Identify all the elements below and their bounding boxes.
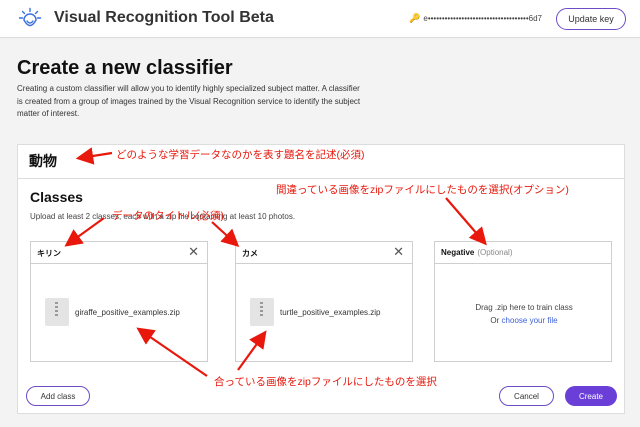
annotation-negative-note: 間違っている画像をzipファイルにしたものを選択(オプション) [276, 184, 569, 196]
drop-zone[interactable]: Drag .zip here to train class Or choose … [435, 301, 613, 327]
choose-file-link[interactable]: choose your file [502, 316, 558, 325]
class-box-header: カメ ✕ [236, 242, 412, 264]
annotation-name-note: どのような学習データなのかを表す題名を記述(必須) [116, 149, 365, 161]
api-key-display: 🔑 e••••••••••••••••••••••••••••••••••••6… [409, 13, 542, 24]
api-key-text: e••••••••••••••••••••••••••••••••••••6d7 [423, 14, 542, 23]
zip-file-icon [45, 298, 69, 326]
close-icon[interactable]: ✕ [393, 245, 404, 259]
key-icon: 🔑 [409, 13, 421, 23]
class-name[interactable]: カメ [242, 248, 258, 259]
file-name: giraffe_positive_examples.zip [75, 307, 180, 317]
annotation-positive-note: 合っている画像をzipファイルにしたものを選択 [214, 376, 437, 388]
classifier-name-input[interactable]: 動物 [29, 151, 57, 171]
classes-title: Classes [30, 189, 83, 205]
ibm-watson-logo-icon [18, 7, 42, 27]
class-box-header: キリン ✕ [31, 242, 207, 264]
optional-label: (Optional) [477, 248, 513, 257]
close-icon[interactable]: ✕ [188, 245, 199, 259]
class-box-giraffe[interactable]: キリン ✕ giraffe_positive_examples.zip [30, 241, 208, 362]
negative-label: Negative [441, 248, 475, 257]
class-box-negative[interactable]: Negative (Optional) Drag .zip here to tra… [434, 241, 612, 362]
or-text: Or [490, 316, 500, 325]
zip-file-icon [250, 298, 274, 326]
uploaded-file: giraffe_positive_examples.zip [45, 298, 180, 326]
class-box-turtle[interactable]: カメ ✕ turtle_positive_examples.zip [235, 241, 413, 362]
class-name: Negative (Optional) [441, 248, 512, 257]
page-title: Create a new classifier [17, 57, 233, 79]
create-button[interactable]: Create [565, 386, 617, 406]
cancel-button[interactable]: Cancel [499, 386, 554, 406]
file-name: turtle_positive_examples.zip [280, 307, 381, 317]
app-title: Visual Recognition Tool Beta [54, 9, 274, 26]
annotation-title-note: データのタイトル(必須) [112, 210, 224, 222]
choose-file-line: Or choose your file [435, 314, 613, 327]
add-class-button[interactable]: Add class [26, 386, 90, 406]
class-box-header: Negative (Optional) [435, 242, 611, 264]
app-header: Visual Recognition Tool Beta 🔑 e••••••••… [0, 0, 640, 38]
update-key-button[interactable]: Update key [556, 8, 626, 30]
uploaded-file: turtle_positive_examples.zip [250, 298, 381, 326]
drop-instruction: Drag .zip here to train class [475, 303, 573, 312]
page-description: Creating a custom classifier will allow … [17, 84, 361, 118]
class-name[interactable]: キリン [37, 248, 61, 259]
